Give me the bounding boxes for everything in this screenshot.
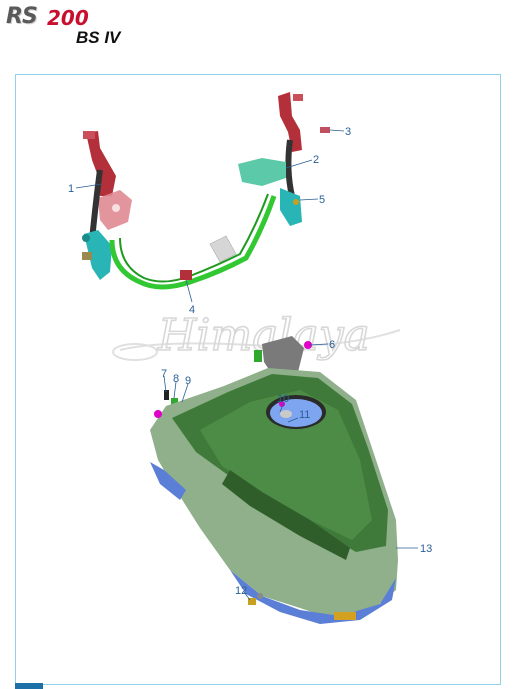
callout-4: 4 bbox=[189, 304, 195, 316]
callout-13: 13 bbox=[420, 543, 432, 555]
callout-2: 2 bbox=[313, 154, 319, 166]
callout-6: 6 bbox=[329, 339, 335, 351]
callout-7: 7 bbox=[161, 368, 167, 380]
callout-12: 12 bbox=[235, 585, 247, 597]
callout-5: 5 bbox=[319, 194, 325, 206]
callout-1: 1 bbox=[68, 183, 74, 195]
fuel-tank bbox=[150, 368, 398, 624]
green-rail bbox=[109, 193, 277, 290]
exploded-parts-diagram: Himalaya 1 2 3 4 5 6 7 8 9 10 11 12 13 bbox=[68, 92, 432, 624]
callout-3: 3 bbox=[345, 126, 351, 138]
callout-10: 10 bbox=[277, 393, 289, 405]
callout-11: 11 bbox=[299, 409, 310, 421]
callout-9: 9 bbox=[185, 375, 191, 387]
callout-8: 8 bbox=[173, 373, 179, 385]
